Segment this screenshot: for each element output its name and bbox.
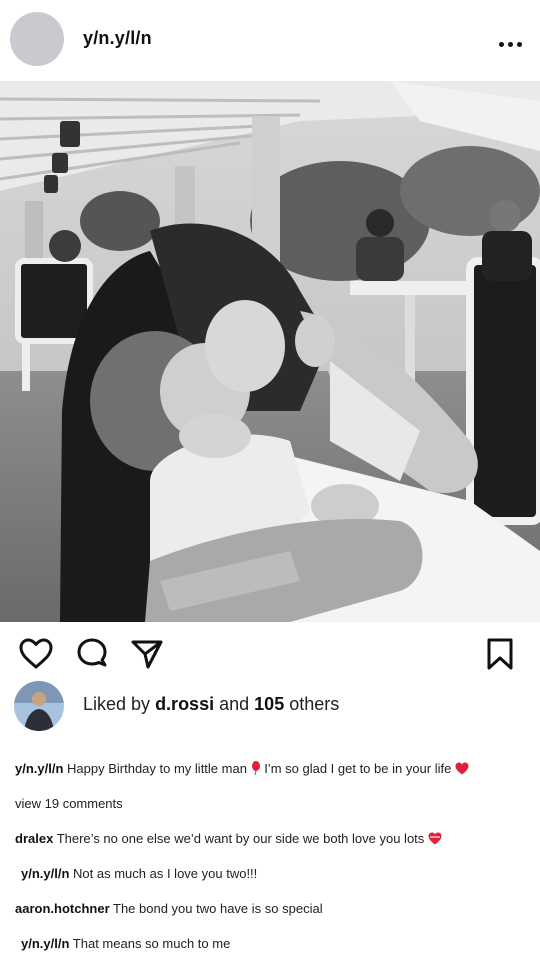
comment-username[interactable]: y/n.y/l/n	[21, 936, 69, 951]
profile-avatar[interactable]	[10, 12, 64, 66]
bookmark-icon[interactable]	[482, 636, 518, 672]
comment-item: y/n.y/l/n That means so much to me	[21, 936, 230, 951]
balloon-icon	[251, 761, 261, 778]
post-username[interactable]: y/n.y/l/n	[83, 28, 152, 49]
post-caption: y/n.y/l/n Happy Birthday to my little ma…	[15, 761, 469, 778]
comment-text: Not as much as I love you two!!!	[73, 866, 258, 881]
caption-username[interactable]: y/n.y/l/n	[15, 761, 63, 776]
likes-count: 105	[254, 694, 285, 714]
post-header: y/n.y/l/n	[0, 0, 540, 80]
more-options-icon[interactable]	[494, 34, 526, 54]
heart-ribbon-icon	[428, 832, 442, 848]
view-comments-link[interactable]: view 19 comments	[15, 796, 123, 811]
comment-text: That means so much to me	[72, 936, 231, 951]
post-actions	[0, 636, 540, 676]
comment-item: dralex There’s no one else we’d want by …	[15, 831, 442, 848]
caption-text: Happy Birthday to my little man	[67, 761, 247, 776]
comment-username[interactable]: aaron.hotchner	[15, 901, 110, 916]
comment-username[interactable]: y/n.y/l/n	[21, 866, 69, 881]
likes-summary[interactable]: Liked by d.rossi and 105 others	[83, 694, 339, 715]
caption-text-2: I’m so glad I get to be in your life	[264, 761, 452, 776]
comment-text: The bond you two have is so special	[113, 901, 323, 916]
paper-plane-icon[interactable]	[129, 636, 165, 672]
comment-item: y/n.y/l/n Not as much as I love you two!…	[21, 866, 257, 881]
post-photo[interactable]	[0, 81, 540, 622]
heart-outline-icon[interactable]	[18, 636, 54, 672]
comment-item: aaron.hotchner The bond you two have is …	[15, 901, 323, 916]
comment-username[interactable]: dralex	[15, 831, 53, 846]
liker-username[interactable]: d.rossi	[155, 694, 214, 714]
liker-avatar[interactable]	[14, 681, 64, 731]
likes-row: Liked by d.rossi and 105 others	[0, 680, 540, 732]
comment-text: There’s no one else we’d want by our sid…	[56, 831, 425, 846]
red-heart-icon	[455, 762, 469, 778]
comment-bubble-icon[interactable]	[74, 636, 110, 672]
